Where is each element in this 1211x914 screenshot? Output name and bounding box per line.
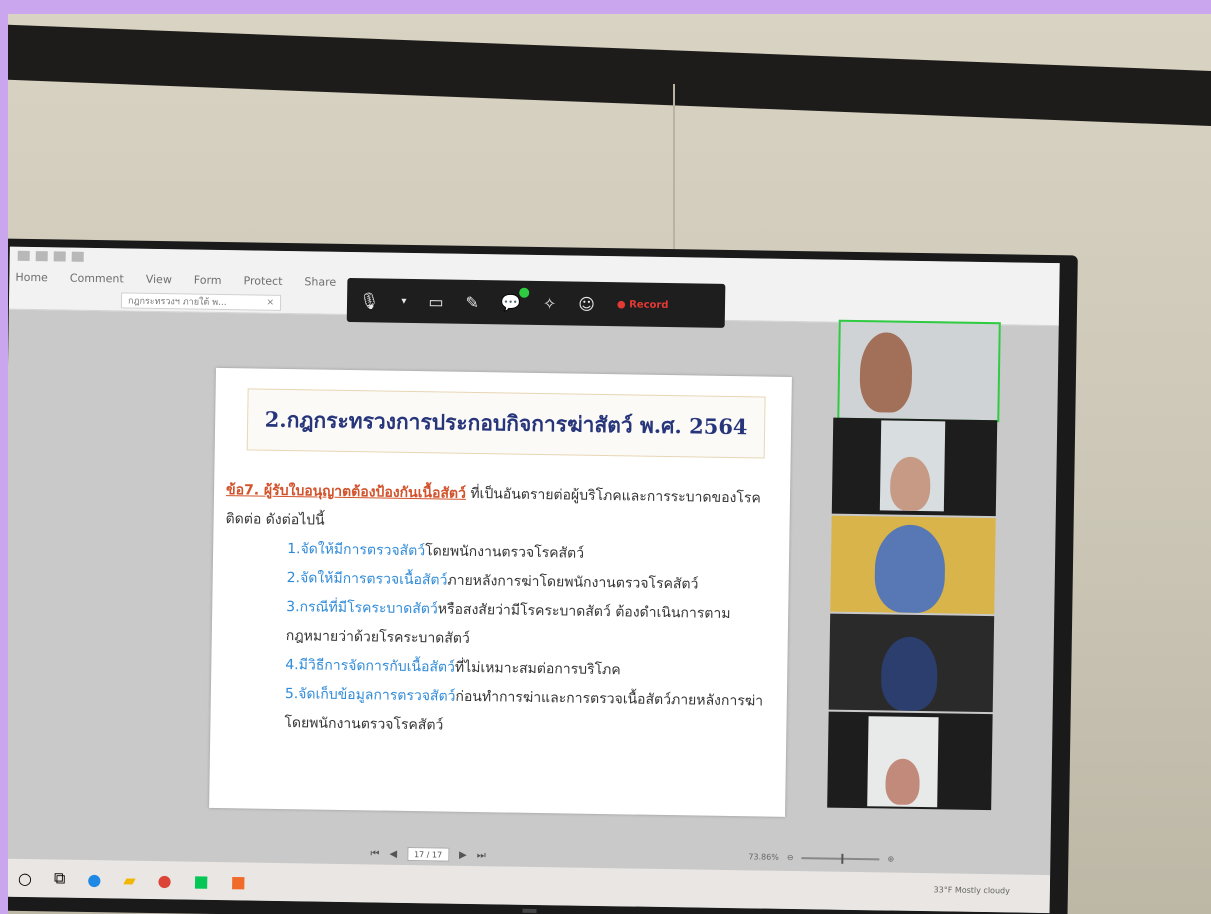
avatar	[885, 758, 920, 806]
avatar	[889, 456, 931, 512]
zoom-in-icon[interactable]: ⊕	[888, 855, 895, 864]
last-page-icon[interactable]: ⏭	[477, 850, 486, 861]
first-page-icon[interactable]: ⏮	[370, 848, 379, 859]
next-page-icon[interactable]: ▶	[459, 849, 467, 860]
monitor-logo	[522, 908, 537, 914]
emoji-icon[interactable]: ☺	[578, 294, 595, 313]
list-item-text: ภายหลังการฆ่าโดยพนักงานตรวจโรคสัตว์	[447, 572, 699, 593]
menu-home[interactable]: Home	[15, 271, 48, 285]
menu-form[interactable]: Form	[194, 274, 222, 287]
effects-icon[interactable]: ✧	[543, 294, 557, 313]
zoom-level: 73.86%	[748, 852, 779, 862]
monitor-screen: Home Comment View Form Protect Share กฎก…	[8, 246, 1060, 914]
zoom-control: 73.86% ⊖ ⊕	[748, 852, 894, 863]
ribbon-menus: Home Comment View Form Protect Share	[15, 271, 336, 289]
list-item-highlight: 1.จัดให้มีการตรวจสัตว์	[287, 541, 426, 560]
list-item-highlight: 5.จัดเก็บข้อมูลการตรวจสัตว์	[284, 686, 456, 705]
menu-share[interactable]: Share	[304, 275, 336, 288]
system-tray-weather: 33°F Mostly cloudy	[933, 885, 1010, 896]
file-explorer-icon[interactable]: ▰	[123, 870, 136, 889]
record-button[interactable]: ● Record	[617, 299, 669, 311]
app-icon[interactable]: ■	[231, 872, 246, 891]
slide-title-box: 2.กฎกระทรวงการประกอบกิจการฆ่าสัตว์ พ.ศ. …	[246, 388, 766, 459]
close-icon[interactable]: ×	[266, 298, 274, 308]
search-icon[interactable]: ○	[18, 868, 32, 887]
save-icon[interactable]	[17, 250, 30, 261]
pen-icon[interactable]: ✎	[465, 292, 479, 311]
document-tab[interactable]: กฎกระทรวงฯ ภายใต้ พ... ×	[120, 292, 282, 311]
document-tab-label: กฎกระทรวงฯ ภายใต้ พ...	[127, 296, 227, 309]
photo-scene: Home Comment View Form Protect Share กฎก…	[8, 14, 1211, 914]
clause-paragraph: ข้อ7. ผู้รับใบอนุญาตต้องป้องกันเนื้อสัตว…	[225, 476, 778, 543]
video-tile[interactable]	[831, 417, 998, 517]
meeting-toolbar: 🎙 ▾ ▭ ✎ 💬 ✧ ☺ ● Record	[346, 277, 726, 328]
zoom-out-icon[interactable]: ⊖	[787, 853, 794, 862]
list-item: 3.กรณีที่มีโรคระบาดสัตว์หรือสงสัยว่ามีโร…	[224, 592, 777, 659]
edge-browser-icon[interactable]: ●	[87, 869, 101, 888]
video-tile[interactable]	[827, 711, 993, 811]
chat-icon[interactable]: 💬	[501, 293, 521, 312]
zoom-slider-knob[interactable]	[841, 853, 844, 864]
participant-video-panel	[827, 319, 1003, 815]
avatar	[880, 636, 938, 712]
video-tile[interactable]	[837, 319, 1001, 423]
page-number-input[interactable]: 17 / 17	[406, 846, 450, 862]
menu-protect[interactable]: Protect	[243, 274, 282, 288]
list-item-highlight: 3.กรณีที่มีโรคระบาดสัตว์	[286, 599, 438, 618]
list-item-highlight: 4.มีวิธีการจัดการกับเนื้อสัตว์	[285, 657, 456, 676]
camera-icon[interactable]: ▭	[428, 292, 443, 311]
video-tile[interactable]	[828, 613, 995, 713]
avatar	[859, 332, 913, 413]
list-item-text: โดยพนักงานตรวจโรคสัตว์	[424, 543, 585, 562]
print-icon[interactable]	[35, 251, 48, 262]
chevron-down-icon[interactable]: ▾	[401, 295, 406, 306]
microphone-icon[interactable]: 🎙	[359, 291, 380, 310]
slide-title: 2.กฎกระทรวงการประกอบกิจการฆ่าสัตว์ พ.ศ. …	[264, 406, 748, 439]
undo-icon[interactable]	[71, 251, 84, 262]
open-icon[interactable]	[53, 251, 66, 262]
presentation-slide: 2.กฎกระทรวงการประกอบกิจการฆ่าสัตว์ พ.ศ. …	[209, 367, 792, 817]
menu-comment[interactable]: Comment	[70, 272, 124, 286]
avatar	[874, 524, 946, 614]
line-app-icon[interactable]: ■	[193, 871, 208, 890]
windows-taskbar: ○ ⧉ ● ▰ ● ■ ■ 33°F Mostly cloudy	[8, 858, 1051, 914]
slide-body: ข้อ7. ผู้รับใบอนุญาตต้องป้องกันเนื้อสัตว…	[222, 476, 778, 746]
monitor-bezel: Home Comment View Form Protect Share กฎก…	[8, 238, 1078, 914]
clause-lead: ข้อ7. ผู้รับใบอนุญาตต้องป้องกันเนื้อสัตว…	[225, 482, 467, 502]
page-navigation: ⏮ ◀ 17 / 17 ▶ ⏭	[370, 846, 486, 862]
wall-seam	[673, 84, 675, 254]
menu-view[interactable]: View	[146, 273, 172, 286]
quick-access-toolbar	[17, 250, 84, 262]
chrome-icon[interactable]: ●	[157, 871, 171, 890]
video-tile[interactable]	[830, 515, 996, 615]
ceiling-beam	[8, 24, 1211, 128]
zoom-slider[interactable]	[801, 853, 880, 864]
task-view-icon[interactable]: ⧉	[54, 868, 66, 888]
list-item: 5.จัดเก็บข้อมูลการตรวจสัตว์ก่อนทำการฆ่าแ…	[222, 679, 775, 746]
prev-page-icon[interactable]: ◀	[389, 848, 397, 859]
list-item-text: ที่ไม่เหมาะสมต่อการบริโภค	[454, 659, 621, 679]
list-item-highlight: 2.จัดให้มีการตรวจเนื้อสัตว์	[286, 570, 448, 589]
